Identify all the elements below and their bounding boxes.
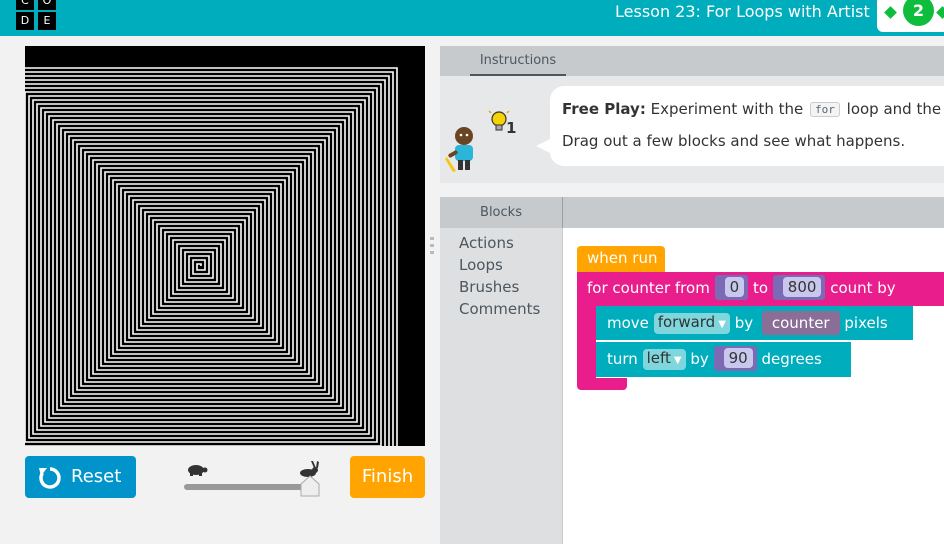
move-direction-dropdown[interactable]: forward ▼ [653,313,730,334]
tab-instructions[interactable]: Instructions [470,46,566,76]
instructions-header: Instructions [440,46,944,76]
lesson-title: Lesson 23: For Loops with Artist [615,2,870,21]
count-by-keyword: count by [830,279,896,297]
instruction-text-before-code: Experiment with the [645,100,809,118]
move-block[interactable]: move forward ▼ by counter pixels [596,306,913,340]
turn-direction-dropdown[interactable]: left ▼ [642,349,686,370]
counter-variable-block[interactable]: counter [761,311,840,335]
speed-slider-thumb[interactable] [300,475,320,497]
logo-letter-o: O [38,0,56,10]
turn-block[interactable]: turn left ▼ by 90 degrees [596,342,851,377]
move-unit: pixels [844,314,888,332]
spiral-path [25,67,398,446]
to-number-block[interactable]: 800 [772,275,826,300]
logo-letter-e: E [38,12,56,30]
chevron-down-icon: ▼ [718,319,726,330]
instruction-line-1: Free Play: Experiment with the for loop … [562,100,941,118]
turn-by-keyword: by [690,350,709,368]
toolbox-header: Blocks [440,197,562,228]
resize-handle-icon[interactable] [429,236,436,256]
move-direction-value: forward [657,313,716,331]
reset-label: Reset [71,466,122,487]
workspace-header [562,197,944,228]
move-by-keyword: by [734,314,754,332]
instruction-line-2: Drag out a few blocks and see what happe… [562,132,906,150]
reset-icon [39,467,61,489]
angle-number-block[interactable]: 90 [713,346,757,371]
artist-canvas [25,46,425,446]
top-header: C O D E Lesson 23: For Loops with Artist [0,0,944,36]
for-loop-block-footer[interactable] [577,378,627,390]
for-loop-block[interactable]: for counter from 0 to 800 count by [577,272,944,306]
to-value[interactable]: 800 [782,277,822,297]
when-run-block[interactable]: when run [577,246,665,272]
from-number-block[interactable]: 0 [714,275,749,300]
category-comments[interactable]: Comments [459,300,540,318]
logo-letter-d: D [16,12,34,30]
for-variable: counter [612,279,671,297]
move-keyword: move [607,314,649,332]
finish-button[interactable]: Finish [350,456,425,498]
inline-code-for: for [810,102,840,117]
speed-track[interactable] [184,484,314,490]
turn-unit: degrees [761,350,822,368]
turn-direction-value: left [646,349,671,367]
for-keyword: for [587,279,608,297]
hint-count: 1 [506,119,517,137]
toolbox: Actions Loops Brushes Comments [440,228,562,544]
to-keyword: to [752,279,768,297]
category-loops[interactable]: Loops [459,256,503,274]
for-loop-block-side[interactable] [577,306,596,378]
category-actions[interactable]: Actions [459,234,514,252]
instruction-bubble: Free Play: Experiment with the for loop … [550,86,944,166]
student-avatar [445,127,473,172]
category-brushes[interactable]: Brushes [459,278,519,296]
reset-button[interactable]: Reset [25,456,136,498]
instructions-panel: Instructions 1 Free Play: Experiment wit… [440,46,944,183]
logo-letter-c: C [16,0,34,10]
turtle-icon [188,465,208,476]
turn-keyword: turn [607,350,638,368]
speed-slider[interactable] [180,460,325,500]
chevron-down-icon: ▼ [673,355,682,366]
instruction-text-after-code: loop and the [841,100,942,118]
spiral-drawing [25,67,398,446]
from-value[interactable]: 0 [724,277,745,297]
from-keyword: from [674,279,710,297]
angle-value[interactable]: 90 [723,348,753,368]
code-org-logo[interactable]: C O D E [16,0,58,34]
instruction-bold-prefix: Free Play: [562,100,646,118]
